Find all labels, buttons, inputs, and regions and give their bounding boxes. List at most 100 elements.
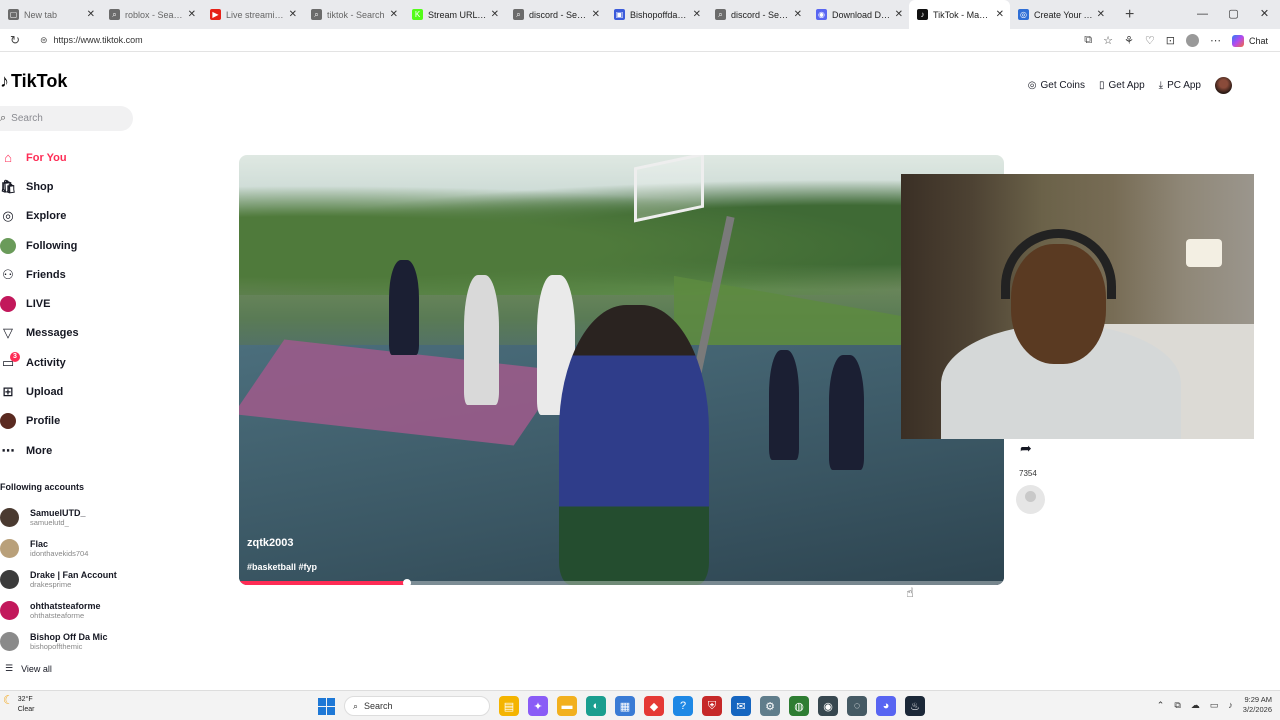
following-account[interactable]: SamuelUTD_ samuelutd_ [0, 502, 140, 533]
video-author[interactable]: zqtk2003 [247, 537, 293, 549]
sidebar-item-live[interactable]: LIVE [0, 289, 150, 318]
following-account[interactable]: ohthatsteaforme ohthatsteaforme [0, 595, 140, 626]
tab-close-icon[interactable]: ✕ [895, 9, 903, 20]
sidebar-item-shop[interactable]: 🛍 Shop [0, 172, 150, 201]
minimize-button[interactable]: — [1187, 0, 1218, 29]
share-icon[interactable]: ➦ [1020, 440, 1032, 457]
get-coins-button[interactable]: ◎ Get Coins [1028, 80, 1085, 91]
browser-menu-icon[interactable]: ⋯ [1210, 34, 1221, 47]
following-account[interactable]: Flac idonthavekids704 [0, 533, 140, 564]
copilot-chat-button[interactable]: Chat [1231, 34, 1268, 47]
tab-close-icon[interactable]: ✕ [693, 9, 701, 20]
sidebar-item-upload[interactable]: ⊞ Upload [0, 377, 150, 406]
weather-widget[interactable]: ☾ 32°F Clear [3, 694, 35, 715]
folder-icon[interactable]: ▬ [557, 696, 577, 716]
video-player[interactable]: zqtk2003 #basketball #fyp [239, 155, 1004, 585]
browser-tab[interactable]: K Stream URL & Ke ✕ [404, 0, 505, 29]
url-field[interactable]: ⊜ https://www.tiktok.com [40, 35, 143, 46]
tab-strip: ▢ New tab ✕ ⌕ roblox - Search ✕ ▶ Live streamin… [0, 0, 1111, 29]
more-icon: ⋯ [1, 442, 15, 458]
tab-close-icon[interactable]: ✕ [592, 9, 600, 20]
app-red-icon[interactable]: ◆ [644, 696, 664, 716]
sidebar-item-friends[interactable]: ⚇ Friends [0, 260, 150, 289]
browser-tab[interactable]: ▣ Bishopoffdamic1 ✕ [606, 0, 707, 29]
view-all-button[interactable]: ☰ View all [5, 663, 52, 674]
store-icon[interactable]: ▦ [615, 696, 635, 716]
browser-tab[interactable]: ⌕ discord - Search ✕ [505, 0, 606, 29]
browser-tab[interactable]: ♪ TikTok - Make Yo ✕ [909, 0, 1010, 29]
site-info-icon[interactable]: ⊜ [40, 35, 48, 46]
profile-avatar-icon [0, 413, 16, 430]
browser-tab[interactable]: ▢ New tab ✕ [0, 0, 101, 29]
close-window-button[interactable]: ✕ [1249, 0, 1280, 29]
following-account[interactable]: Drake | Fan Account drakesprime [0, 564, 140, 595]
video-scene-trees [239, 175, 1004, 295]
tray-app-icon[interactable]: ⧉ [1174, 700, 1180, 711]
discord-icon[interactable]: ◕ [876, 696, 896, 716]
tab-close-icon[interactable]: ✕ [390, 9, 398, 20]
taskbar-search[interactable]: ⌕ Search [344, 696, 490, 716]
user-avatar[interactable] [1215, 77, 1232, 94]
settings-icon[interactable]: ⚙ [760, 696, 780, 716]
app-available-icon[interactable]: ⧉ [1084, 34, 1092, 47]
browser-tab[interactable]: ⌕ discord - Search ✕ [707, 0, 808, 29]
browser-tab[interactable]: ⌕ roblox - Search ✕ [101, 0, 202, 29]
video-hashtags[interactable]: #basketball #fyp [247, 562, 317, 572]
tab-close-icon[interactable]: ✕ [996, 9, 1004, 20]
tab-close-icon[interactable]: ✕ [491, 9, 499, 20]
clock[interactable]: 9:29 AM 3/2/2026 [1243, 695, 1272, 715]
tray-chevron-icon[interactable]: ⌃ [1157, 700, 1165, 711]
browser-tab[interactable]: ◉ Download Discor ✕ [808, 0, 909, 29]
window-controls: — ▢ ✕ [1187, 0, 1280, 29]
sidebar-item-profile[interactable]: Profile [0, 407, 150, 436]
outlook-icon[interactable]: ✉ [731, 696, 751, 716]
favorite-star-icon[interactable]: ☆ [1103, 34, 1113, 47]
video-progress-bar[interactable] [239, 579, 1004, 585]
search-input[interactable]: ⌕ Search [0, 106, 133, 131]
windows-start-icon[interactable] [318, 697, 335, 715]
shield-icon[interactable]: ⛨ [702, 696, 722, 716]
favorites-icon[interactable]: ♡ [1145, 34, 1155, 47]
tiktok-logo[interactable]: ♪ TikTok [0, 71, 67, 92]
collections-icon[interactable]: ⊡ [1166, 34, 1175, 47]
get-app-button[interactable]: ▯ Get App [1099, 80, 1145, 91]
sidebar-item-more[interactable]: ⋯ More [0, 436, 150, 465]
video-progress-knob[interactable] [403, 579, 412, 585]
help-icon[interactable]: ? [673, 696, 693, 716]
taskbar-search-label: Search [364, 701, 393, 711]
volume-icon[interactable]: ♪ [1228, 700, 1233, 710]
copilot-app-icon[interactable]: ✦ [528, 696, 548, 716]
sidebar-item-messages[interactable]: ▽ Messages [0, 319, 150, 348]
file-explorer-icon[interactable]: ▤ [499, 696, 519, 716]
onedrive-icon[interactable]: ☁ [1191, 700, 1200, 711]
search-icon: ⌕ [353, 700, 359, 711]
maximize-button[interactable]: ▢ [1218, 0, 1249, 29]
steam-icon[interactable]: ♨ [905, 696, 925, 716]
browser-tab[interactable]: ▶ Live streaming - Y ✕ [202, 0, 303, 29]
xbox-icon[interactable]: ◍ [789, 696, 809, 716]
obs-icon[interactable]: ◉ [818, 696, 838, 716]
extensions-icon[interactable]: ⚘ [1124, 34, 1134, 47]
tab-close-icon[interactable]: ✕ [87, 9, 95, 20]
reload-icon[interactable]: ↻ [10, 33, 28, 47]
tab-close-icon[interactable]: ✕ [289, 9, 297, 20]
tab-close-icon[interactable]: ✕ [794, 9, 802, 20]
browser-tab[interactable]: ⌕ tiktok - Search ✕ [303, 0, 404, 29]
sidebar-item-for-you[interactable]: ⌂ For You [0, 143, 150, 172]
sidebar-item-explore[interactable]: ◎ Explore [0, 202, 150, 231]
network-icon[interactable]: ▭ [1210, 700, 1219, 711]
new-tab-button[interactable]: + [1125, 6, 1134, 24]
sidebar-item-activity[interactable]: ▭ 3 Activity [0, 348, 150, 377]
messages-icon: ▽ [3, 325, 13, 341]
pc-app-button[interactable]: ⤓ PC App [1159, 80, 1201, 91]
edge-icon[interactable]: ◐ [586, 696, 606, 716]
tab-close-icon[interactable]: ✕ [188, 9, 196, 20]
creator-avatar[interactable] [1016, 485, 1045, 514]
browser-profile-avatar[interactable] [1185, 34, 1199, 47]
browser-tab[interactable]: ◎ Create Your Accou ✕ [1010, 0, 1111, 29]
browser-icon[interactable]: ◌ [847, 696, 867, 716]
tab-close-icon[interactable]: ✕ [1097, 9, 1105, 20]
following-account[interactable]: Bishop Off Da Mic bishopoffthemic [0, 626, 140, 657]
tab-favicon-icon: ▢ [8, 9, 19, 20]
sidebar-item-following[interactable]: Following [0, 231, 150, 260]
